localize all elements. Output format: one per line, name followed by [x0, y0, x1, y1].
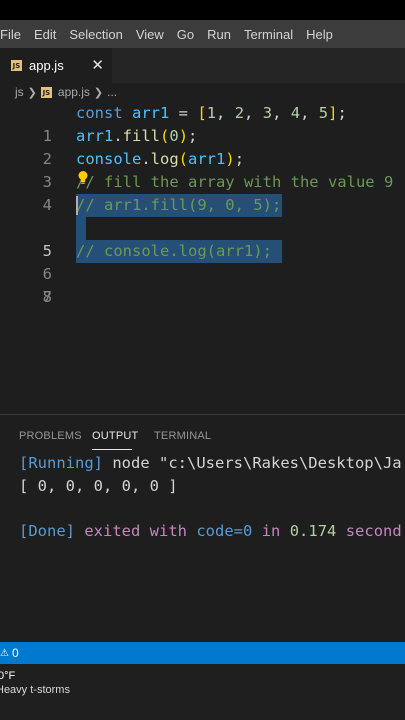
code-editor[interactable]: 1 const arr1 = [1, 2, 3, 4, 5]; 2 arr1.f… — [0, 101, 405, 414]
code-line: 6 — [0, 217, 405, 283]
code-text: const arr1 = [1, 2, 3, 4, 5]; — [76, 104, 347, 122]
js-file-icon: JS — [40, 86, 52, 98]
output-running-line: [Running] node "c:\Users\Rakes\Desktop\J… — [19, 452, 402, 475]
code-comment: // fill the array with the value 9 — [76, 173, 394, 191]
running-tag: [Running] — [19, 454, 103, 472]
code-line: 1 const arr1 = [1, 2, 3, 4, 5]; — [0, 102, 405, 145]
menu-help[interactable]: Help — [300, 27, 339, 42]
done-code: code=0 — [196, 522, 253, 540]
code-comment: // console.log(arr1); — [76, 242, 272, 260]
code-line: 8 — [0, 263, 405, 306]
menu-selection[interactable]: Selection — [63, 27, 128, 42]
line-number: 8 — [42, 288, 52, 306]
breadcrumb-more[interactable]: ... — [107, 85, 117, 99]
done-tag: [Done] — [19, 522, 75, 540]
code-line: 7 // console.log(arr1); — [0, 240, 405, 306]
active-tab-underline — [92, 449, 132, 450]
menu-run[interactable]: Run — [201, 27, 237, 42]
code-text: arr1.fill(0); — [76, 127, 198, 145]
menu-terminal[interactable]: Terminal — [238, 27, 299, 42]
breadcrumb-folder[interactable]: js — [15, 85, 24, 99]
warning-icon[interactable]: ⚠ — [0, 648, 9, 659]
output-panel: PROBLEMS OUTPUT TERMINAL [Running] node … — [0, 414, 405, 643]
menu-view[interactable]: View — [130, 27, 170, 42]
status-bar: ⚠ 0 — [0, 642, 405, 664]
chevron-right-icon: ❯ — [27, 86, 37, 99]
running-command: node "c:\Users\Rakes\Desktop\Ja — [112, 454, 402, 472]
output-result-line: [ 0, 0, 0, 0, 0 ] — [19, 477, 178, 495]
done-in: in — [261, 522, 281, 540]
code-line: 2 arr1.fill(0); — [0, 125, 405, 168]
tab-terminal[interactable]: TERMINAL — [154, 430, 211, 442]
breadcrumb: js ❯ JS app.js ❯ ... — [0, 83, 405, 101]
code-text: console.log(arr1); — [76, 150, 245, 168]
code-line: 5 // arr1.fill(9, 0, 5); — [0, 194, 405, 260]
close-icon[interactable]: ✕ — [91, 56, 104, 74]
chevron-right-icon: ❯ — [93, 86, 104, 99]
code-line: 4 // fill the array with the value 9 — [0, 171, 405, 214]
menu-edit[interactable]: Edit — [28, 27, 62, 42]
js-file-icon: JS — [11, 60, 22, 71]
output-done-line: [Done] exited with code=0 in 0.174 secon… — [19, 520, 402, 543]
done-unit: second — [345, 522, 402, 540]
editor-tabs: JS app.js ✕ — [0, 48, 405, 83]
text-cursor — [76, 196, 78, 215]
screen-top-bar — [0, 0, 405, 20]
tab-label: app.js — [29, 58, 64, 73]
code-comment: // arr1.fill(9, 0, 5); — [76, 196, 282, 214]
tab-output[interactable]: OUTPUT — [92, 430, 138, 442]
weather-temperature[interactable]: 0°F — [0, 670, 15, 682]
menu-file[interactable]: File — [0, 27, 27, 42]
tab-problems[interactable]: PROBLEMS — [19, 430, 82, 442]
taskbar: 0°F Heavy t-storms — [0, 664, 405, 720]
done-text: exited with — [84, 522, 187, 540]
done-time: 0.174 — [289, 522, 337, 540]
warning-count[interactable]: 0 — [12, 646, 19, 660]
lightbulb-icon[interactable] — [77, 170, 89, 186]
breadcrumb-file[interactable]: app.js — [58, 85, 90, 99]
weather-condition[interactable]: Heavy t-storms — [0, 684, 70, 696]
code-line: 3 console.log(arr1); — [0, 148, 405, 191]
selection-highlight — [76, 217, 86, 240]
menu-go[interactable]: Go — [171, 27, 200, 42]
menu-bar: File Edit Selection View Go Run Terminal… — [0, 20, 405, 48]
tab-app-js[interactable]: JS app.js ✕ — [0, 48, 112, 83]
